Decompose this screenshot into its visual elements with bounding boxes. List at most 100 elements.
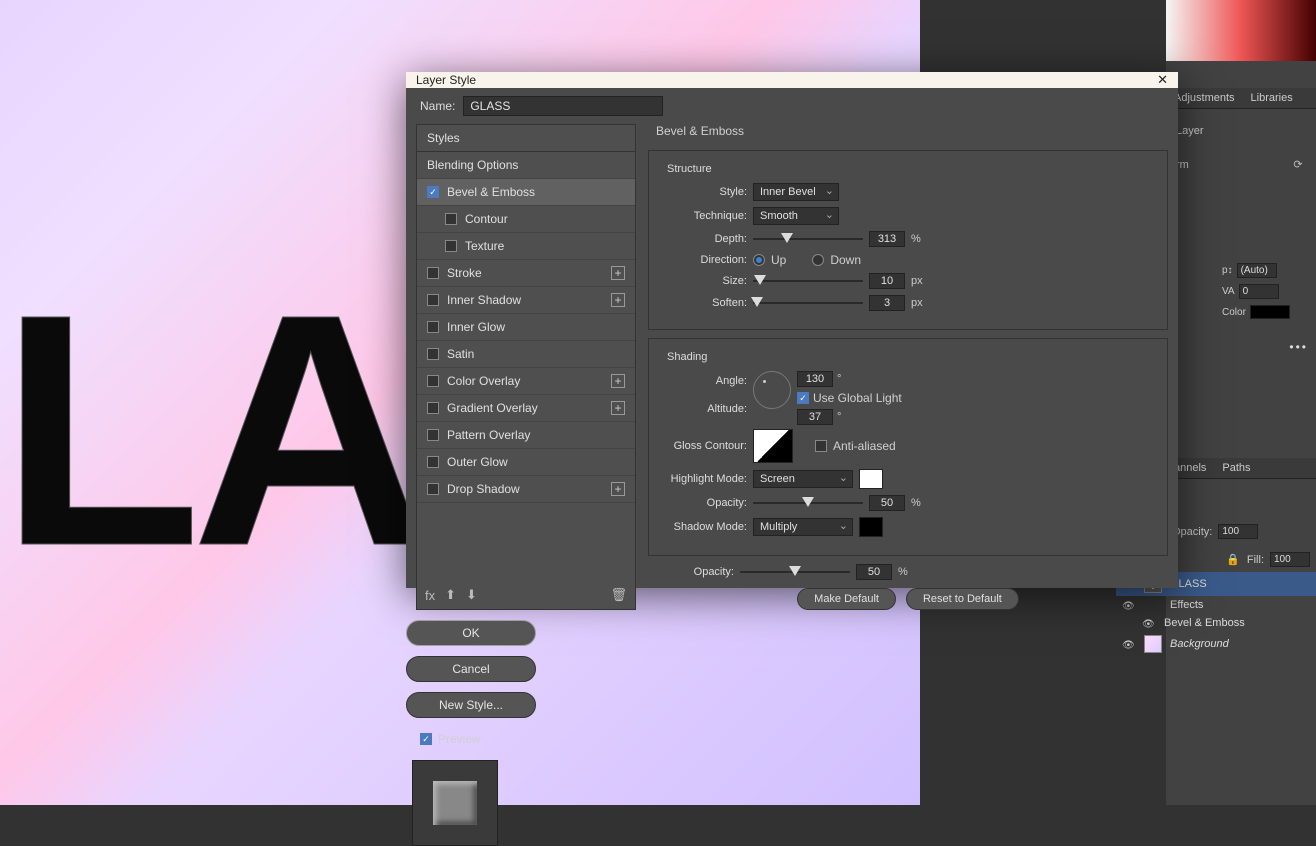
text-color-swatch[interactable]	[1250, 305, 1290, 319]
name-row: Name:	[406, 88, 1178, 124]
blending-options-item[interactable]: Blending Options	[417, 152, 635, 179]
effect-checkbox[interactable]	[427, 267, 439, 279]
depth-slider[interactable]	[753, 232, 863, 246]
fill-value[interactable]: 100	[1270, 552, 1310, 567]
effect-checkbox[interactable]	[427, 456, 439, 468]
dialog-actions: OK Cancel New Style... Preview	[406, 620, 536, 846]
soften-value[interactable]	[869, 295, 905, 311]
global-light-checkbox[interactable]	[797, 392, 809, 404]
layers-panel-tabs: annels Paths	[1166, 458, 1316, 479]
style-item-contour[interactable]: Contour	[417, 206, 635, 233]
altitude-value[interactable]	[797, 409, 833, 425]
depth-unit: %	[911, 233, 925, 245]
effect-checkbox[interactable]	[445, 213, 457, 225]
style-item-satin[interactable]: Satin	[417, 341, 635, 368]
group-title-row: Bevel & Emboss	[648, 124, 1168, 142]
lock-icon[interactable]: 🔒	[1225, 553, 1241, 566]
style-item-inner-shadow[interactable]: Inner Shadow+	[417, 287, 635, 314]
char-auto-value[interactable]: (Auto)	[1237, 263, 1277, 278]
style-item-color-overlay[interactable]: Color Overlay+	[417, 368, 635, 395]
layer-refresh-row: rm⟳	[1166, 154, 1316, 175]
fx-icon[interactable]: fx	[425, 588, 435, 603]
style-item-drop-shadow[interactable]: Drop Shadow+	[417, 476, 635, 503]
refresh-icon[interactable]: ⟳	[1290, 158, 1306, 171]
cancel-button[interactable]: Cancel	[406, 656, 536, 682]
trash-icon[interactable]: 🗑	[610, 587, 627, 603]
depth-value[interactable]	[869, 231, 905, 247]
style-select[interactable]: Inner Bevel	[753, 183, 839, 201]
shadow-opacity-value[interactable]	[856, 564, 892, 580]
shadow-opacity-slider[interactable]	[740, 565, 850, 579]
angle-value[interactable]	[797, 371, 833, 387]
effect-checkbox[interactable]	[427, 186, 439, 198]
new-style-button[interactable]: New Style...	[406, 692, 536, 718]
effect-checkbox[interactable]	[427, 483, 439, 495]
style-item-stroke[interactable]: Stroke +	[417, 260, 635, 287]
global-light-label: Use Global Light	[813, 391, 902, 405]
layer-opacity-row: Opacity: 100	[1166, 520, 1316, 543]
effect-checkbox[interactable]	[427, 402, 439, 414]
style-item-bevel-emboss[interactable]: Bevel & Emboss	[417, 179, 635, 206]
gradient-preview-swatch	[1166, 0, 1316, 61]
soften-label: Soften:	[661, 297, 747, 309]
effect-checkbox[interactable]	[427, 321, 439, 333]
highlight-color-swatch[interactable]	[859, 469, 883, 489]
direction-up-radio[interactable]	[753, 254, 765, 266]
effect-label: Outer Glow	[447, 455, 508, 469]
tab-paths[interactable]: Paths	[1214, 458, 1258, 478]
add-effect-icon[interactable]: +	[611, 293, 625, 307]
highlight-opacity-value[interactable]	[869, 495, 905, 511]
technique-select[interactable]: Smooth	[753, 207, 839, 225]
opacity-value[interactable]: 100	[1218, 524, 1258, 539]
anti-aliased-label: Anti-aliased	[833, 439, 896, 453]
size-value[interactable]	[869, 273, 905, 289]
anti-aliased-checkbox[interactable]	[815, 440, 827, 452]
add-effect-icon[interactable]: +	[611, 401, 625, 415]
size-slider[interactable]	[753, 274, 863, 288]
gloss-contour-picker[interactable]	[753, 429, 793, 463]
move-up-icon[interactable]: ⬆	[445, 587, 456, 603]
size-unit: px	[911, 275, 925, 287]
technique-label: Technique:	[661, 210, 747, 222]
name-input[interactable]	[463, 96, 663, 116]
right-panel-tabs: Adjustments Libraries	[1166, 88, 1316, 109]
effect-checkbox[interactable]	[427, 348, 439, 360]
style-item-inner-glow[interactable]: Inner Glow	[417, 314, 635, 341]
va-value[interactable]: 0	[1239, 284, 1279, 299]
add-effect-icon[interactable]: +	[611, 482, 625, 496]
add-effect-icon[interactable]: +	[611, 374, 625, 388]
preview-checkbox[interactable]	[420, 733, 432, 745]
style-item-gradient-overlay[interactable]: Gradient Overlay+	[417, 395, 635, 422]
move-down-icon[interactable]: ⬇	[466, 587, 477, 603]
effect-checkbox[interactable]	[427, 294, 439, 306]
effect-checkbox[interactable]	[427, 375, 439, 387]
layer-background[interactable]: Background	[1116, 632, 1316, 656]
dialog-titlebar[interactable]: Layer Style ✕	[406, 72, 1178, 88]
ok-button[interactable]: OK	[406, 620, 536, 646]
shadow-color-swatch[interactable]	[859, 517, 883, 537]
layer-fill-row: 🔒 Fill: 100	[1166, 548, 1316, 571]
highlight-opacity-slider[interactable]	[753, 496, 863, 510]
settings-panel: Bevel & Emboss Structure Style: Inner Be…	[648, 124, 1168, 610]
highlight-mode-select[interactable]: Screen	[753, 470, 853, 488]
close-icon[interactable]: ✕	[1157, 72, 1168, 88]
shadow-mode-select[interactable]: Multiply	[753, 518, 853, 536]
panel-menu-icon[interactable]: •••	[1289, 340, 1308, 354]
style-item-texture[interactable]: Texture	[417, 233, 635, 260]
reset-default-button[interactable]: Reset to Default	[906, 588, 1019, 610]
style-label: Style:	[661, 186, 747, 198]
effect-checkbox[interactable]	[445, 240, 457, 252]
angle-dial[interactable]	[753, 371, 791, 409]
altitude-unit: °	[837, 411, 851, 423]
make-default-button[interactable]: Make Default	[797, 588, 896, 610]
style-item-outer-glow[interactable]: Outer Glow	[417, 449, 635, 476]
tab-libraries[interactable]: Libraries	[1243, 88, 1301, 108]
styles-header[interactable]: Styles	[417, 125, 635, 152]
visibility-icon[interactable]	[1122, 639, 1136, 649]
effect-label: Stroke	[447, 266, 482, 280]
effect-checkbox[interactable]	[427, 429, 439, 441]
add-effect-icon[interactable]: +	[611, 266, 625, 280]
style-item-pattern-overlay[interactable]: Pattern Overlay	[417, 422, 635, 449]
soften-slider[interactable]	[753, 296, 863, 310]
direction-down-radio[interactable]	[812, 254, 824, 266]
